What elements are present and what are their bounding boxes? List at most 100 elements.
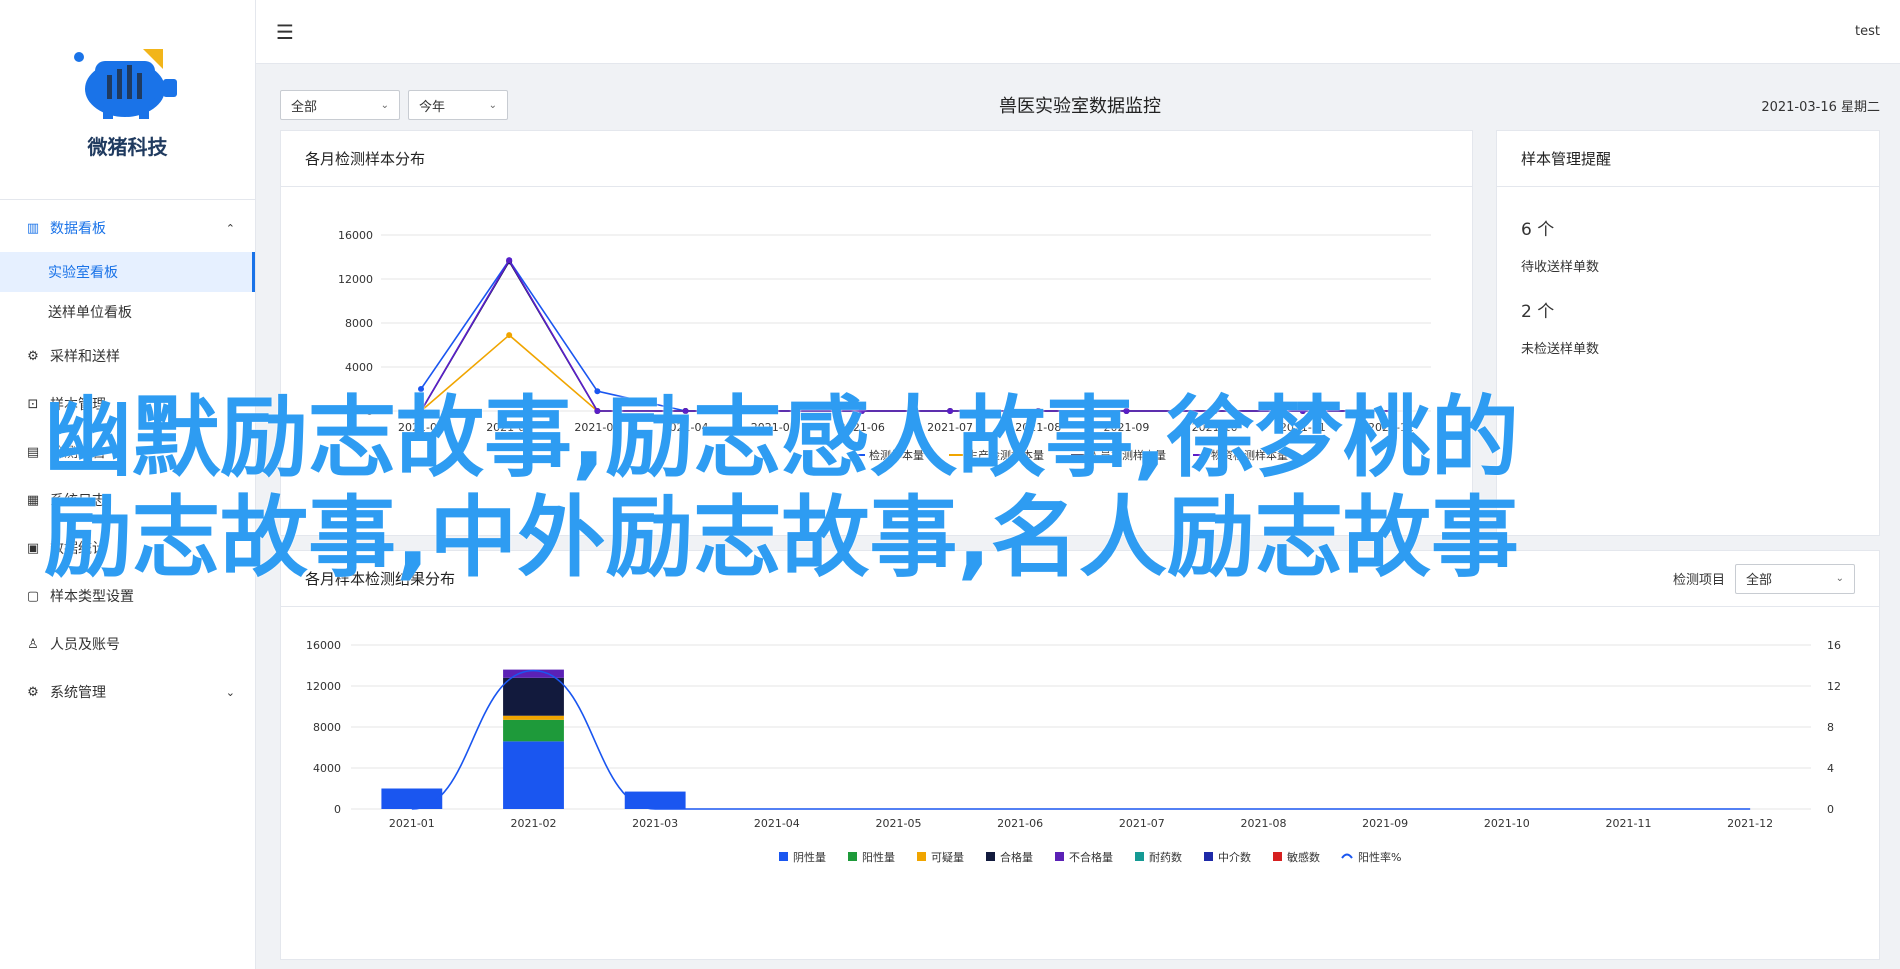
- legend-swatch: [779, 852, 788, 861]
- series-point: [858, 408, 865, 414]
- legend-swatch: [917, 852, 926, 861]
- side-menu: ▥ 数据看板 ⌃ 实验室看板 送样单位看板 ⚙ 采样和送样 ⊡ 样本管理 ▤ 检…: [0, 200, 255, 716]
- menu-item-sample-types[interactable]: ▢ 样本类型设置: [0, 572, 255, 620]
- y-tick-label: 12000: [306, 680, 341, 693]
- menu-item-sampling[interactable]: ⚙ 采样和送样: [0, 332, 255, 380]
- series-point: [1123, 408, 1130, 414]
- x-tick-label: 2021-01: [398, 421, 444, 434]
- top-bar: ☰ test: [256, 0, 1900, 64]
- y-tick-label: 8000: [345, 317, 373, 330]
- hamburger-icon[interactable]: ☰: [276, 20, 294, 44]
- x-tick-label: 2021-12: [1727, 817, 1773, 830]
- y-tick-label: 16000: [306, 639, 341, 652]
- box-icon: ⊡: [27, 396, 39, 412]
- bar-segment: [624, 791, 686, 809]
- legend-swatch: [1273, 852, 1282, 861]
- pig-logo-icon: [73, 49, 177, 119]
- legend-label: 人员检测样本量: [1089, 448, 1166, 462]
- legend-label: 中介数: [1218, 851, 1251, 864]
- menu-item-reports[interactable]: ▤ 检测报告: [0, 428, 255, 476]
- bar-segment: [503, 677, 564, 716]
- x-tick-label: 2021-06: [997, 817, 1043, 830]
- legend-label: 阳性量: [862, 850, 895, 864]
- x-tick-label: 2021-05: [751, 421, 797, 434]
- y-tick-label: 16000: [338, 229, 373, 242]
- y-tick-label: 4000: [345, 361, 373, 374]
- sidebar: 微猪科技 ▥ 数据看板 ⌃ 实验室看板 送样单位看板 ⚙ 采样和送样 ⊡ 样本管…: [0, 0, 256, 969]
- menu-item-users[interactable]: ♙ 人员及账号: [0, 620, 255, 668]
- series-point: [682, 408, 689, 414]
- reminder-body: 6 个 待收送样单数 2 个 未检送样单数: [1497, 187, 1879, 401]
- x-tick-label: 2021-04: [663, 421, 709, 434]
- x-tick-label: 2021-12: [1368, 421, 1414, 434]
- legend-line-swatch: [1341, 853, 1353, 859]
- menu-item-lab-board[interactable]: 实验室看板: [0, 252, 255, 292]
- chevron-down-icon: ⌄: [225, 685, 235, 699]
- filter-bar: 全部 ⌄ 今年 ⌄ 兽医实验室数据监控 2021-03-16 星期二: [280, 88, 1880, 122]
- x-tick-label: 2021-08: [1015, 421, 1061, 434]
- scope-select[interactable]: 全部 ⌄: [280, 90, 400, 120]
- card-title: 样本管理提醒: [1497, 131, 1879, 187]
- gear-icon: ⚙: [27, 684, 39, 700]
- y2-tick-label: 16: [1827, 639, 1841, 652]
- menu-item-logs[interactable]: ▦ 系统日志: [0, 476, 255, 524]
- monthly-results-card: 各月样本检测结果分布 检测项目 全部 ⌄ 0 4000 8000 12000 16000…: [280, 550, 1880, 960]
- menu-item-unit-board[interactable]: 送样单位看板: [0, 292, 255, 332]
- brand-name: 微猪科技: [87, 135, 168, 159]
- y-tick-label: 0: [366, 405, 373, 418]
- x-tick-label: 2021-11: [1280, 421, 1326, 434]
- x-tick-label: 2021-07: [927, 421, 973, 434]
- series-point: [1211, 408, 1218, 414]
- chevron-up-icon: ⌃: [225, 221, 235, 235]
- chevron-down-icon: ⌄: [380, 99, 389, 111]
- card-title: 各月检测样本分布: [281, 131, 1472, 187]
- legend-label: 检测样本量: [869, 448, 924, 462]
- series-point: [947, 408, 954, 414]
- log-icon: ▦: [26, 492, 40, 508]
- user-icon: ♙: [27, 636, 39, 652]
- logo[interactable]: 微猪科技: [0, 0, 255, 200]
- x-tick-label: 2021-07: [1119, 817, 1165, 830]
- x-tick-label: 2021-10: [1192, 421, 1238, 434]
- unchecked-count[interactable]: 2 个: [1521, 297, 1855, 322]
- legend-label: 不合格量: [1069, 850, 1113, 864]
- bar-segment: [503, 719, 564, 742]
- x-tick-label: 2021-02: [511, 817, 557, 830]
- x-tick-label: 2021-06: [839, 421, 885, 434]
- bar-segment: [503, 715, 564, 720]
- series-point: [506, 257, 513, 264]
- period-select[interactable]: 今年 ⌄: [408, 90, 508, 120]
- x-tick-label: 2021-02: [486, 421, 532, 434]
- x-tick-label: 2021-09: [1362, 817, 1408, 830]
- monthly-results-chart: 0 4000 8000 12000 16000 0 4 8 12 16 2021-01 2021-02…: [306, 639, 1841, 864]
- current-date: 2021-03-16 星期二: [1761, 99, 1880, 115]
- pending-receive-label: 待收送样单数: [1521, 260, 1600, 275]
- chevron-down-icon: ⌄: [1835, 573, 1844, 584]
- pending-receive-count[interactable]: 6 个: [1521, 215, 1855, 240]
- bar-segment: [381, 788, 443, 809]
- x-tick-label: 2021-09: [1103, 421, 1149, 434]
- legend-label: 阴性量: [793, 850, 826, 864]
- sample-icon: ⚙: [27, 348, 39, 364]
- project-select[interactable]: 全部 ⌄: [1735, 563, 1855, 594]
- user-name[interactable]: test: [1855, 24, 1880, 39]
- legend-swatch: [986, 852, 995, 861]
- menu-item-system[interactable]: ⚙ 系统管理 ⌄: [0, 668, 255, 716]
- document-icon: ▤: [26, 444, 40, 460]
- x-tick-label: 2021-08: [1241, 817, 1287, 830]
- series-point: [1388, 408, 1394, 414]
- bar-chart-icon: ▥: [26, 220, 40, 236]
- y-tick-label: 8000: [313, 721, 341, 734]
- sample-reminder-card: 样本管理提醒 6 个 待收送样单数 2 个 未检送样单数: [1496, 130, 1880, 536]
- menu-item-stats[interactable]: ▣ 数据统计: [0, 524, 255, 572]
- y-tick-label: 4000: [313, 762, 341, 775]
- series-point: [594, 408, 601, 414]
- series-line: [420, 258, 1391, 412]
- project-label: 检测项目: [1672, 573, 1725, 588]
- settings-icon: ▢: [26, 588, 40, 604]
- menu-item-dashboard[interactable]: ▥ 数据看板 ⌃: [0, 204, 255, 252]
- legend-label: 物资检测样本量: [1211, 448, 1288, 462]
- series-point: [770, 408, 777, 414]
- menu-item-samples[interactable]: ⊡ 样本管理: [0, 380, 255, 428]
- legend-label: 可疑量: [931, 851, 964, 864]
